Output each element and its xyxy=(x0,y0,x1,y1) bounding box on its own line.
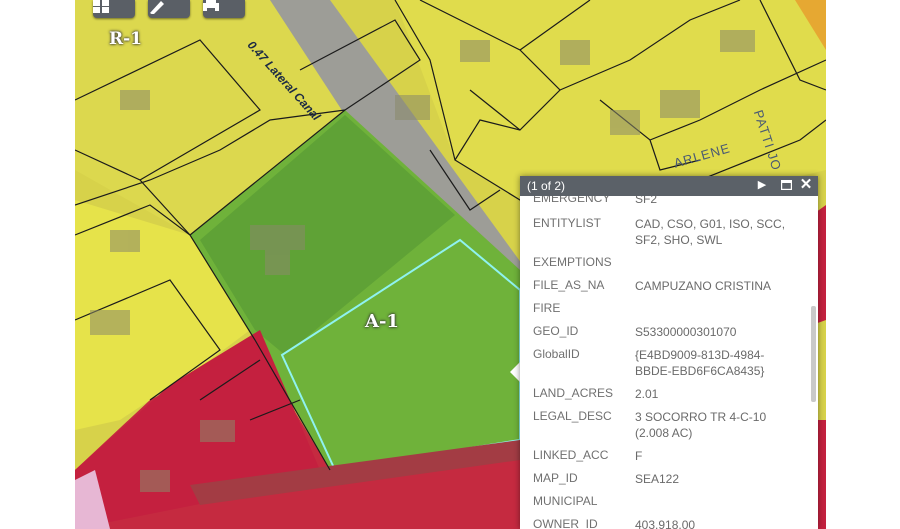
popup-scrollbar[interactable] xyxy=(811,306,816,402)
zone-label-a1: A-1 xyxy=(365,311,399,332)
close-icon[interactable]: ✕ xyxy=(799,177,813,192)
printer-icon xyxy=(203,0,219,13)
ruler-icon xyxy=(150,1,164,14)
feature-popup[interactable]: (1 of 2) ▶ ✕ EMERGENCY SF2 ENTITYLIST CAD,… xyxy=(520,176,818,529)
zone-label-r1: R-1 xyxy=(109,29,143,49)
popup-attribute-table[interactable]: EMERGENCY SF2 ENTITYLIST CAD, CSO, G01, IS… xyxy=(520,196,818,529)
maximize-icon[interactable] xyxy=(779,178,793,192)
feature-count: (1 of 2) xyxy=(527,179,566,193)
print-button[interactable] xyxy=(203,0,245,18)
basemap-gallery-button[interactable] xyxy=(93,0,135,18)
measure-button[interactable] xyxy=(148,0,190,18)
next-feature-icon[interactable]: ▶ xyxy=(755,178,769,192)
popup-header: (1 of 2) ▶ ✕ xyxy=(520,176,818,196)
grid-icon xyxy=(93,0,109,13)
